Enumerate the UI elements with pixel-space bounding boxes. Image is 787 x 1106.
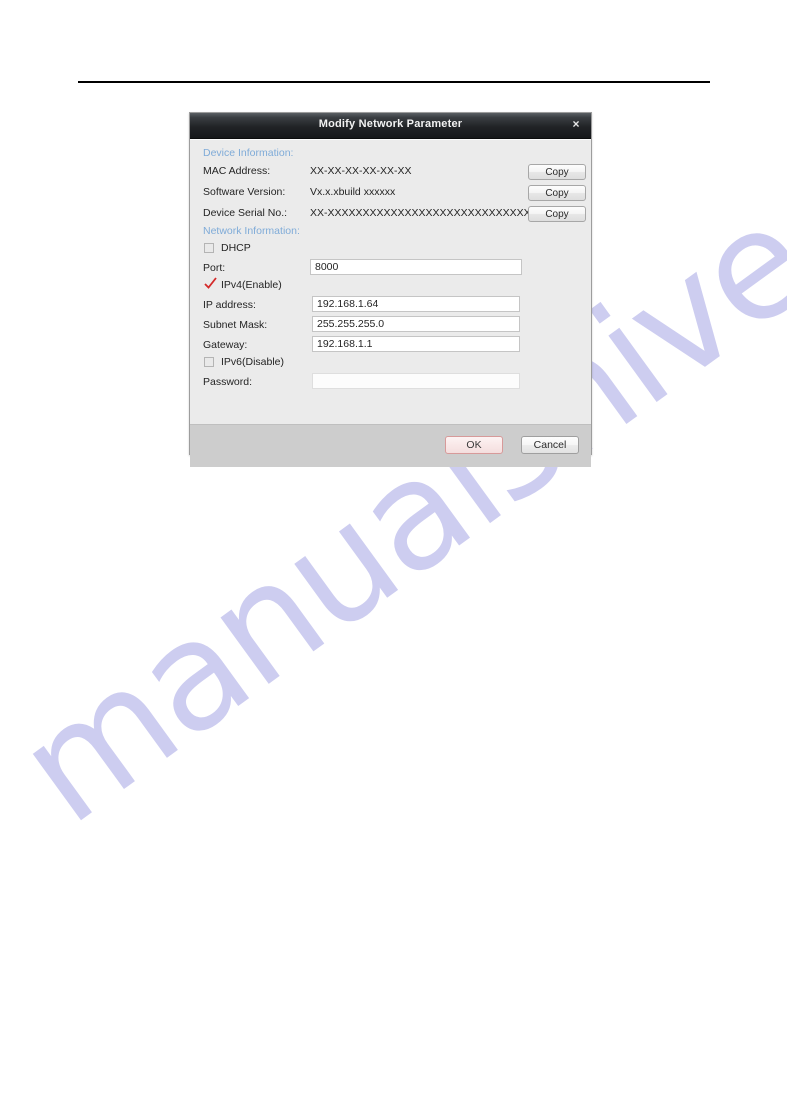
ipv4-checkbox-box [204, 277, 217, 290]
dialog-body: Device Information: MAC Address: XX-XX-X… [190, 139, 591, 424]
dhcp-checkbox-label: DHCP [221, 242, 251, 254]
device-information-section-label: Device Information: [203, 147, 294, 159]
gateway-input[interactable]: 192.168.1.1 [312, 336, 520, 352]
ipv6-checkbox-box [204, 357, 214, 367]
ok-button[interactable]: OK [445, 436, 503, 454]
ip-address-label: IP address: [203, 299, 256, 311]
device-serial-no-value: XX-XXXXXXXXXXXXXXXXXXXXXXXXXXXXXX [310, 207, 538, 219]
document-page: manualshive.com Modify Network Parameter… [0, 0, 787, 1106]
dialog-titlebar: Modify Network Parameter × [190, 113, 591, 139]
cancel-button[interactable]: Cancel [521, 436, 579, 454]
ipv6-checkbox-label: IPv6(Disable) [221, 356, 285, 368]
subnet-mask-input[interactable]: 255.255.255.0 [312, 316, 520, 332]
dialog-footer: OK Cancel [190, 424, 591, 467]
modify-network-parameter-dialog: Modify Network Parameter × Device Inform… [189, 112, 592, 467]
device-serial-no-label: Device Serial No.: [203, 207, 288, 219]
network-information-section-label: Network Information: [203, 225, 300, 237]
page-header-rule [78, 81, 710, 83]
dhcp-checkbox-box [204, 243, 214, 253]
port-label: Port: [203, 262, 226, 274]
ipv4-checkbox-label: IPv4(Enable) [221, 279, 282, 291]
check-icon [204, 277, 217, 289]
copy-software-version-button[interactable]: Copy [528, 185, 586, 201]
software-version-value: Vx.x.xbuild xxxxxx [310, 186, 396, 198]
copy-device-serial-no-button[interactable]: Copy [528, 206, 586, 222]
password-label: Password: [203, 376, 253, 388]
dialog-title: Modify Network Parameter [318, 118, 463, 130]
ipv6-disable-checkbox[interactable]: IPv6(Disable) [204, 356, 284, 368]
gateway-label: Gateway: [203, 339, 248, 351]
subnet-mask-label: Subnet Mask: [203, 319, 268, 331]
close-icon[interactable]: × [569, 118, 583, 132]
ipv4-enable-checkbox[interactable]: IPv4(Enable) [204, 277, 282, 291]
password-input[interactable] [312, 373, 520, 389]
dhcp-checkbox[interactable]: DHCP [204, 242, 251, 254]
ip-address-input[interactable]: 192.168.1.64 [312, 296, 520, 312]
software-version-label: Software Version: [203, 186, 286, 198]
mac-address-value: XX-XX-XX-XX-XX-XX [310, 165, 412, 177]
port-input[interactable]: 8000 [310, 259, 522, 275]
copy-mac-address-button[interactable]: Copy [528, 164, 586, 180]
mac-address-label: MAC Address: [203, 165, 271, 177]
